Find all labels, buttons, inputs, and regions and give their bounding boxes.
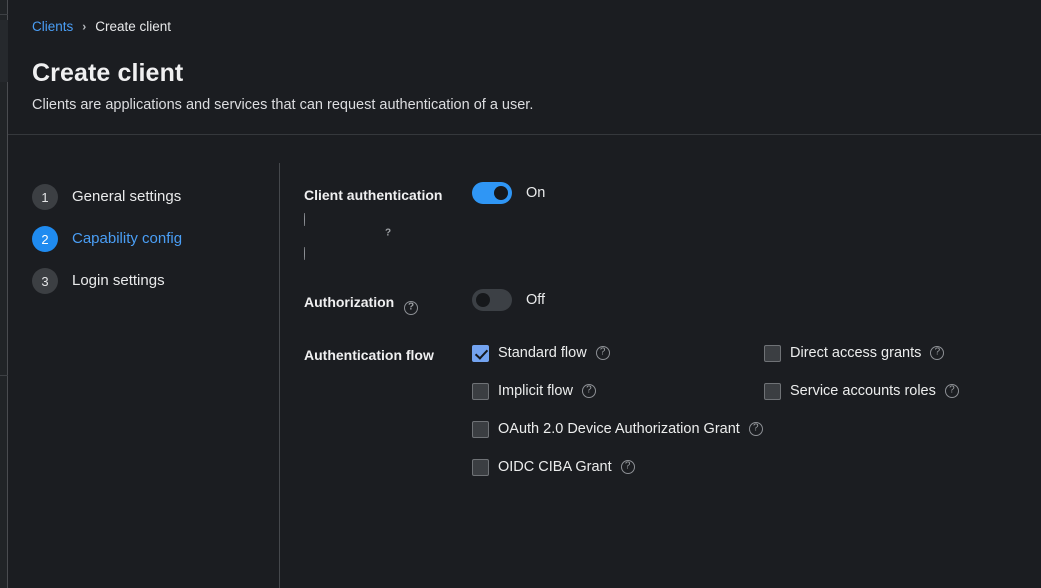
authentication-flow-label-text: Authentication flow [304,347,434,363]
field-client-authentication: Client authentication ? On [304,181,1041,262]
breadcrumb-current: Create client [95,19,172,34]
help-icon[interactable]: ? [595,346,610,360]
checkbox-label: Standard flow [498,345,587,361]
field-authorization: Authorization ? Off [304,288,1041,315]
checkbox-service-accounts-roles[interactable]: Service accounts roles ? [764,381,1041,401]
step-label: Capability config [72,230,183,247]
step-capability-config[interactable]: 2 Capability config [32,225,280,253]
authorization-toggle[interactable] [472,289,512,311]
toggle-knob [476,293,490,307]
checkbox-box[interactable] [472,458,489,476]
authentication-flow-label: Authentication flow [304,341,472,366]
help-icon[interactable]: ? [304,213,472,260]
step-number-badge: 3 [32,268,58,294]
help-icon[interactable]: ? [620,460,635,474]
wizard-body: 1 General settings 2 Capability config 3… [8,135,1041,588]
step-login-settings[interactable]: 3 Login settings [32,267,280,295]
field-authentication-flow: Authentication flow Standard flow ? Dire… [304,341,1041,477]
step-label: General settings [72,188,182,205]
checkbox-label: Service accounts roles [790,383,936,399]
checkbox-label: Implicit flow [498,383,573,399]
breadcrumb-link-clients[interactable]: Clients [32,18,73,36]
create-client-page: Clients › Create client Create client Cl… [0,0,1041,588]
left-nav-strip [0,0,8,588]
checkbox-direct-access-grants[interactable]: Direct access grants ? [764,343,1041,363]
checkbox-box[interactable] [764,382,781,400]
client-authentication-label-text: Client authentication [304,187,443,203]
authentication-flow-options: Standard flow ? Direct access grants ? I… [472,341,1041,477]
toggle-knob [494,186,508,200]
checkbox-label: Direct access grants [790,345,922,361]
breadcrumb: Clients › Create client [32,18,1017,36]
step-label: Login settings [72,272,165,289]
chevron-right-icon: › [82,19,87,34]
nav-divider-top [0,14,8,15]
checkbox-box[interactable] [764,344,781,362]
authorization-label-text: Authorization [304,294,395,310]
main-column: Clients › Create client Create client Cl… [8,0,1041,588]
authorization-control: Off [472,288,1041,311]
page-title: Create client [32,59,184,87]
client-authentication-state: On [526,185,546,201]
nav-active-row[interactable] [0,20,8,82]
authorization-label: Authorization ? [304,288,472,315]
client-authentication-label: Client authentication ? [304,181,472,262]
client-authentication-control: On [472,181,1041,204]
checkbox-box[interactable] [472,420,489,438]
client-authentication-toggle[interactable] [472,182,512,204]
step-general-settings[interactable]: 1 General settings [32,183,280,211]
page-subtitle: Clients are applications and services th… [32,97,534,113]
nav-divider-bottom [0,375,8,376]
wizard-stepper: 1 General settings 2 Capability config 3… [8,135,280,588]
checkbox-label: OAuth 2.0 Device Authorization Grant [498,421,740,437]
help-icon[interactable]: ? [404,301,419,315]
checkbox-oidc-ciba-grant[interactable]: OIDC CIBA Grant ? [472,457,1041,477]
checkbox-implicit-flow[interactable]: Implicit flow ? [472,381,764,401]
page-header: Clients › Create client Create client Cl… [8,0,1041,135]
help-icon[interactable]: ? [944,384,959,398]
checkbox-oauth-device-authorization-grant[interactable]: OAuth 2.0 Device Authorization Grant ? [472,419,1041,439]
authorization-state: Off [526,292,546,308]
help-icon[interactable]: ? [930,346,945,360]
help-icon[interactable]: ? [748,422,763,436]
step-number-badge: 2 [32,226,58,252]
checkbox-standard-flow[interactable]: Standard flow ? [472,343,764,363]
checkbox-box[interactable] [472,382,489,400]
help-icon[interactable]: ? [581,384,596,398]
checkbox-label: OIDC CIBA Grant [498,459,612,475]
step-number-badge: 1 [32,184,58,210]
capability-config-form: Client authentication ? On Authorization… [280,135,1041,588]
checkbox-box[interactable] [472,344,489,362]
